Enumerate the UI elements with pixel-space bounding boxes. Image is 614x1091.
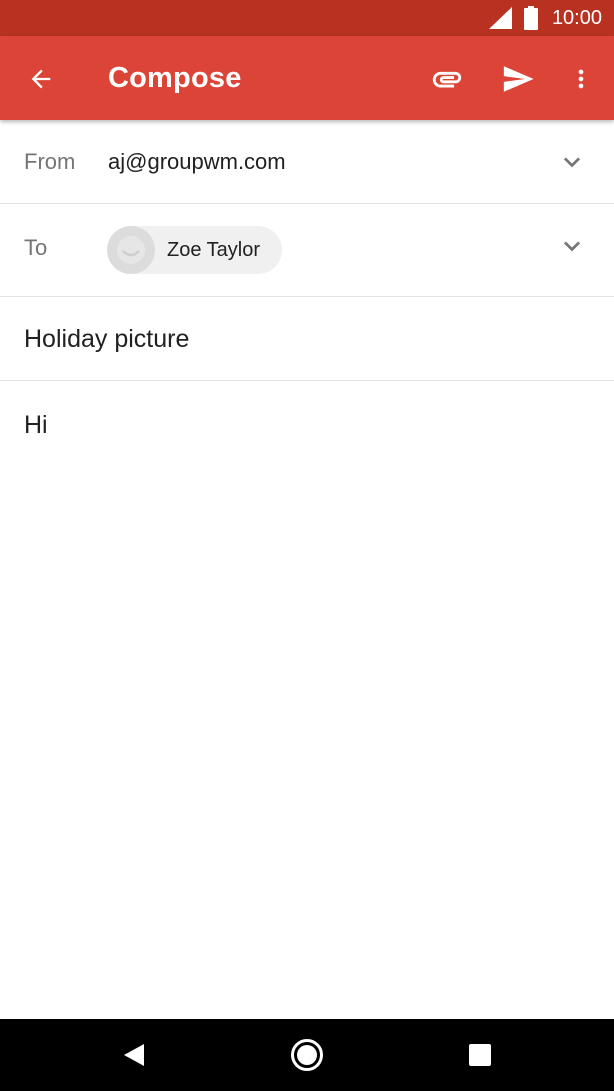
email-body[interactable]: Hi <box>0 381 614 1019</box>
navigation-bar <box>0 1019 614 1091</box>
paperclip-icon <box>432 71 462 88</box>
chevron-down-icon[interactable] <box>556 146 588 178</box>
more-options-button[interactable] <box>562 56 600 102</box>
from-row[interactable]: From aj@groupwm.com <box>0 120 614 204</box>
nav-home-icon <box>291 1039 323 1071</box>
to-label: To <box>24 235 48 260</box>
chevron-down-icon[interactable] <box>556 230 588 262</box>
send-button[interactable] <box>494 56 542 102</box>
recipient-chip[interactable]: Zoe Taylor <box>107 226 282 274</box>
nav-recents-button[interactable] <box>458 1033 502 1077</box>
page-title: Compose <box>108 62 242 94</box>
subject-field[interactable]: Holiday picture <box>24 323 189 355</box>
back-arrow-icon <box>31 69 51 89</box>
back-button[interactable] <box>18 56 64 102</box>
to-row[interactable]: To Zoe Taylor <box>0 204 614 297</box>
subject-row[interactable]: Holiday picture <box>0 297 614 381</box>
from-label: From <box>24 149 76 174</box>
cell-signal-icon <box>489 7 512 29</box>
attach-button[interactable] <box>424 56 470 102</box>
from-field[interactable]: aj@groupwm.com <box>108 149 286 175</box>
body-field[interactable]: Hi <box>24 409 48 441</box>
recipient-name: Zoe Taylor <box>167 239 261 261</box>
status-bar: 10:00 <box>0 0 614 36</box>
more-vert-icon <box>578 69 584 89</box>
send-icon <box>503 66 534 92</box>
app-bar: Compose <box>0 36 614 120</box>
nav-recents-icon <box>469 1044 491 1066</box>
nav-back-button[interactable] <box>112 1033 156 1077</box>
battery-icon <box>524 6 538 30</box>
nav-back-icon <box>124 1044 144 1066</box>
status-time: 10:00 <box>551 7 602 29</box>
nav-home-button[interactable] <box>285 1033 329 1077</box>
avatar <box>107 226 155 274</box>
